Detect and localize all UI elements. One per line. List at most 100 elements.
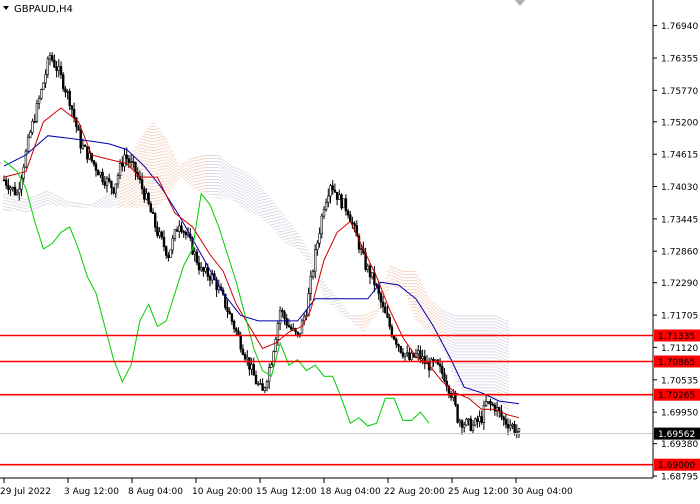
candle-body — [123, 154, 126, 167]
time-tick-label: 8 Aug 04:00 — [128, 487, 183, 497]
candle-body — [335, 191, 339, 200]
candle-body — [180, 225, 183, 232]
candle-body — [476, 418, 479, 422]
candle-body — [5, 179, 8, 186]
candle-body — [92, 160, 96, 165]
candle-body — [86, 146, 89, 160]
candle-body — [366, 265, 369, 270]
candle-body — [384, 306, 387, 314]
candle-body — [143, 188, 146, 200]
candle-body — [259, 383, 262, 385]
candle-body — [160, 231, 163, 238]
price-tick-label: 1.71120 — [661, 344, 698, 354]
candle-body — [151, 211, 155, 214]
candle-body — [320, 215, 323, 235]
candle-body — [331, 185, 334, 191]
candle-body — [252, 364, 255, 376]
candle-body — [377, 285, 380, 294]
candle-body — [35, 103, 39, 122]
candle-body — [381, 301, 385, 308]
candle-body — [513, 424, 516, 433]
candle-body — [147, 193, 150, 205]
candle-body — [208, 276, 212, 281]
candle-body — [59, 66, 63, 75]
candle-body — [149, 203, 152, 213]
candle-body — [283, 311, 286, 319]
candle-body — [66, 91, 69, 93]
price-tick-label: 1.74030 — [661, 183, 698, 193]
candle-body — [467, 418, 470, 421]
candle-body — [165, 246, 168, 256]
time-tick-label: 29 Jul 2022 — [0, 487, 51, 497]
candle-body — [342, 198, 345, 209]
candle-body — [405, 352, 409, 355]
candle-body — [235, 328, 238, 332]
candle-body — [458, 420, 461, 423]
chart-header: GBPAUD,H4 — [3, 4, 73, 15]
candle-body — [318, 233, 321, 244]
candle-body — [112, 187, 115, 194]
candle-body — [29, 132, 32, 138]
candle-body — [388, 317, 391, 328]
candle-body — [333, 189, 337, 193]
price-chart[interactable]: 1.71335 1.70865 1.70265 1.69000 1.69562 1.76… — [0, 0, 700, 500]
candle-body — [263, 387, 266, 391]
candle-body — [94, 163, 98, 171]
candle-body — [261, 383, 264, 391]
candle-body — [478, 416, 481, 422]
candle-body — [504, 419, 508, 425]
candle-body — [272, 351, 275, 365]
time-tick-label: 15 Aug 12:00 — [256, 487, 317, 497]
price-tick-label: 1.73445 — [661, 215, 698, 225]
candle-body — [248, 357, 251, 370]
candle-body — [344, 198, 348, 212]
candle-body — [88, 152, 91, 160]
candle-body — [195, 251, 199, 264]
candle-body — [289, 326, 293, 330]
candle-body — [399, 345, 402, 353]
candle-body — [443, 373, 446, 382]
candle-body — [99, 172, 102, 176]
candle-body — [456, 404, 459, 423]
candle-body — [228, 311, 231, 315]
candle-body — [70, 105, 74, 110]
candle-body — [395, 338, 398, 345]
candle-body — [340, 194, 343, 209]
candle-body — [386, 312, 389, 318]
time-tick-label: 18 Aug 04:00 — [320, 487, 381, 497]
candle-body — [50, 55, 54, 61]
candle-body — [72, 109, 76, 119]
level-price-label: 1.69000 — [658, 461, 695, 471]
candle-body — [184, 231, 188, 236]
time-tick-label: 10 Aug 20:00 — [192, 487, 253, 497]
candle-body — [298, 332, 302, 335]
candle-body — [441, 366, 444, 375]
candle-body — [31, 121, 34, 133]
candle-body — [167, 254, 170, 258]
price-tick-label: 1.75770 — [661, 87, 698, 97]
candle-body — [511, 424, 514, 427]
candle-body — [15, 192, 19, 196]
price-tick-label: 1.76355 — [661, 55, 698, 65]
candle-body — [158, 231, 161, 236]
level-price-label: 1.70265 — [658, 391, 695, 401]
candle-body — [471, 424, 475, 431]
candle-body — [465, 418, 468, 426]
candle-body — [462, 424, 466, 428]
candle-body — [246, 357, 249, 360]
candle-body — [178, 225, 181, 232]
candle-body — [186, 234, 190, 236]
candle-body — [276, 322, 280, 340]
candle-body — [134, 162, 137, 173]
candle-body — [309, 276, 312, 294]
symbol-label: GBPAUD,H4 — [14, 4, 73, 15]
candle-body — [140, 179, 144, 190]
candle-body — [132, 161, 135, 163]
candle-body — [114, 183, 118, 194]
candle-body — [403, 353, 407, 357]
chart-window[interactable]: 1.71335 1.70865 1.70265 1.69000 1.69562 1.76… — [0, 0, 700, 500]
candle-body — [202, 267, 205, 272]
level-price-label: 1.70865 — [658, 358, 695, 368]
candle-body — [392, 335, 396, 340]
candle-body — [81, 145, 85, 149]
